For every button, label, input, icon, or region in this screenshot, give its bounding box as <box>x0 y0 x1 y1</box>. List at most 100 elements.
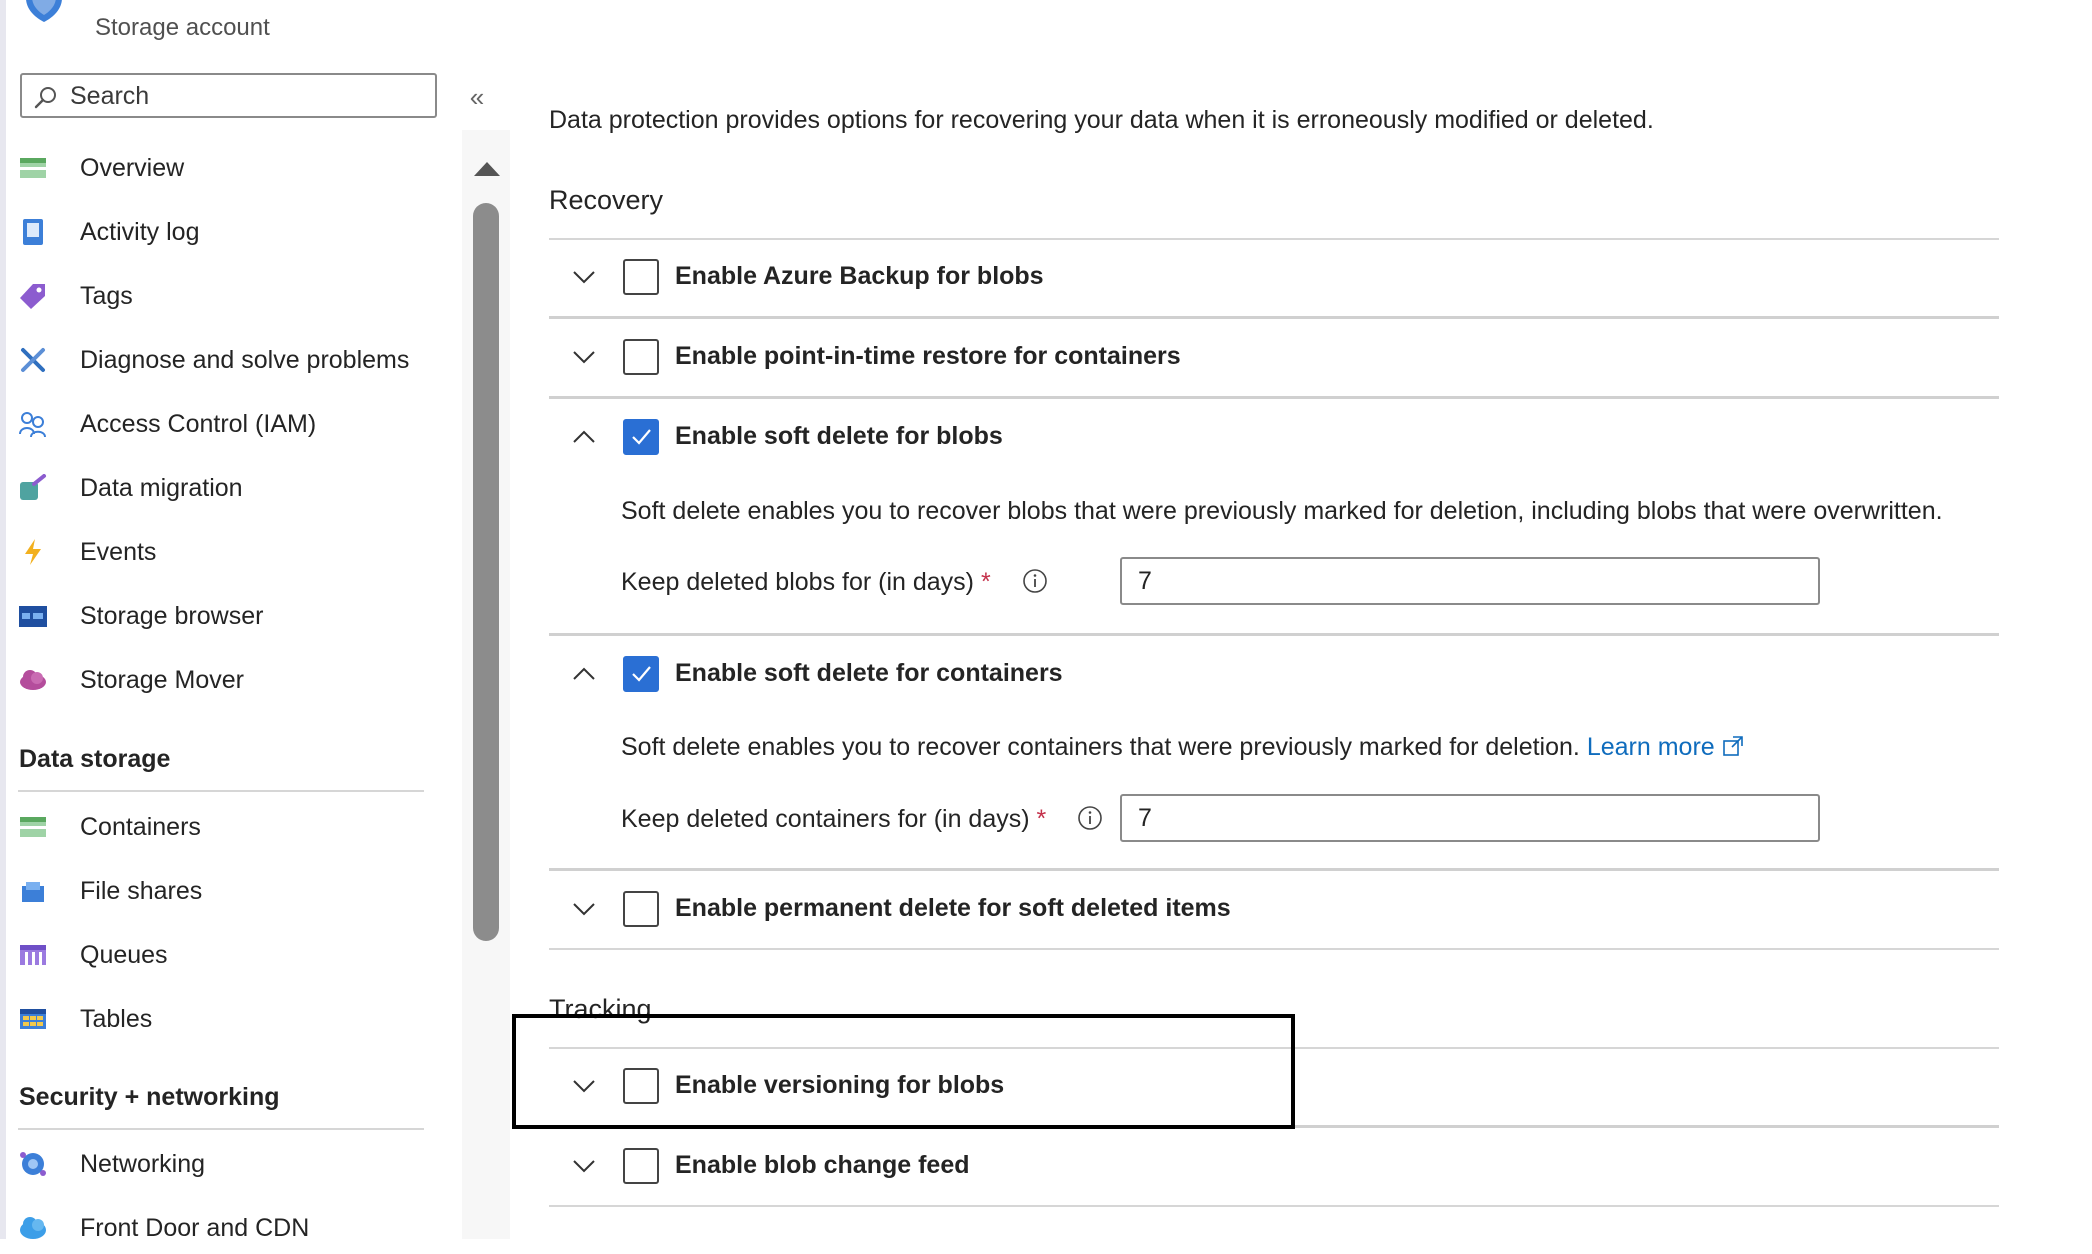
sidebar-item-label: Overview <box>80 153 185 182</box>
soft-delete-blobs-label: Enable soft delete for blobs <box>675 422 1003 450</box>
field-label-text: Keep deleted containers for (in days) <box>621 805 1030 833</box>
sidebar-item-data-migration[interactable]: Data migration <box>18 462 438 514</box>
section-divider <box>18 790 424 792</box>
people-icon <box>18 409 48 439</box>
sidebar-item-label: Front Door and CDN <box>80 1213 310 1242</box>
sidebar-item-tags[interactable]: Tags <box>18 270 438 322</box>
cloud-icon <box>18 665 48 695</box>
info-icon[interactable] <box>1022 568 1048 594</box>
data-migration-icon <box>18 473 48 503</box>
sidebar-item-label: Activity log <box>80 217 200 246</box>
search-input[interactable] <box>70 81 420 111</box>
keep-deleted-blobs-input[interactable] <box>1138 565 1798 597</box>
chevron-down-icon[interactable] <box>570 1152 598 1180</box>
chevron-down-icon[interactable] <box>570 895 598 923</box>
soft-delete-containers-description: Soft delete enables you to recover conta… <box>621 733 1744 762</box>
soft-delete-containers-checkbox[interactable] <box>623 656 659 692</box>
sidebar-item-activity-log[interactable]: Activity log <box>18 206 438 258</box>
sidebar-item-front-door[interactable]: Front Door and CDN <box>18 1202 438 1254</box>
section-title-data-storage: Data storage <box>19 745 171 773</box>
containers-icon <box>18 812 48 842</box>
divider <box>549 948 1999 950</box>
wrench-icon <box>18 345 48 375</box>
search-icon <box>34 87 56 109</box>
chevron-up-icon[interactable] <box>570 660 598 688</box>
permanent-delete-checkbox[interactable] <box>623 891 659 927</box>
shield-icon <box>26 0 62 22</box>
sidebar-item-label: Containers <box>80 812 201 841</box>
keep-deleted-blobs-label: Keep deleted blobs for (in days) * <box>621 568 991 597</box>
required-mark: * <box>1036 805 1047 833</box>
sidebar-item-label: Events <box>80 537 157 566</box>
scroll-up-arrow-icon[interactable] <box>474 162 500 176</box>
sidebar-item-label: Diagnose and solve problems <box>80 345 410 374</box>
queues-icon <box>18 940 48 970</box>
networking-icon <box>18 1149 48 1179</box>
sidebar-item-label: Queues <box>80 940 168 969</box>
collapse-sidebar-button[interactable]: « <box>462 84 492 110</box>
change-feed-label: Enable blob change feed <box>675 1151 970 1179</box>
sidebar-item-overview[interactable]: Overview <box>18 142 438 194</box>
left-edge-strip <box>0 0 6 1239</box>
sidebar-item-events[interactable]: Events <box>18 526 438 578</box>
highlight-box <box>512 1014 1295 1129</box>
external-link-icon[interactable] <box>1722 735 1744 757</box>
permanent-delete-label: Enable permanent delete for soft deleted… <box>675 894 1231 922</box>
divider <box>549 396 1999 399</box>
tag-icon <box>18 281 48 311</box>
search-box[interactable] <box>20 73 437 118</box>
section-title-security-networking: Security + networking <box>19 1083 280 1111</box>
chevron-down-icon[interactable] <box>570 343 598 371</box>
chevron-up-icon[interactable] <box>570 423 598 451</box>
storage-browser-icon <box>18 601 48 631</box>
sidebar-item-label: Tables <box>80 1004 153 1033</box>
keep-deleted-containers-input-box[interactable] <box>1120 794 1820 842</box>
soft-delete-containers-label: Enable soft delete for containers <box>675 659 1063 687</box>
section-divider <box>18 1128 424 1130</box>
description-text: Soft delete enables you to recover conta… <box>621 733 1580 761</box>
field-label-text: Keep deleted blobs for (in days) <box>621 568 974 596</box>
sidebar-item-label: Data migration <box>80 473 243 502</box>
sidebar-item-label: Storage browser <box>80 601 264 630</box>
sidebar-scrollbar-thumb[interactable] <box>473 203 499 941</box>
point-in-time-restore-checkbox[interactable] <box>623 339 659 375</box>
sidebar-item-containers[interactable]: Containers <box>18 801 438 853</box>
keep-deleted-containers-label: Keep deleted containers for (in days) * <box>621 805 1046 834</box>
sidebar-item-storage-mover[interactable]: Storage Mover <box>18 654 438 706</box>
azure-backup-label: Enable Azure Backup for blobs <box>675 262 1044 290</box>
divider <box>549 316 1999 319</box>
sidebar-item-queues[interactable]: Queues <box>18 929 438 981</box>
azure-backup-checkbox[interactable] <box>623 259 659 295</box>
checkmark-icon <box>632 666 651 682</box>
section-title-recovery: Recovery <box>549 185 664 215</box>
sidebar-item-diagnose[interactable]: Diagnose and solve problems <box>18 334 438 386</box>
keep-deleted-containers-input[interactable] <box>1138 802 1798 834</box>
divider <box>549 1205 1999 1207</box>
sidebar-item-label: Access Control (IAM) <box>80 409 317 438</box>
chevron-down-icon[interactable] <box>570 263 598 291</box>
change-feed-checkbox[interactable] <box>623 1148 659 1184</box>
sidebar-item-label: Tags <box>80 281 133 310</box>
soft-delete-blobs-checkbox[interactable] <box>623 419 659 455</box>
divider <box>549 633 1999 636</box>
sidebar-item-file-shares[interactable]: File shares <box>18 865 438 917</box>
sidebar-item-tables[interactable]: Tables <box>18 993 438 1045</box>
sidebar-item-access-control[interactable]: Access Control (IAM) <box>18 398 438 450</box>
intro-text: Data protection provides options for rec… <box>549 106 1654 134</box>
info-icon[interactable] <box>1077 805 1103 831</box>
divider <box>549 238 1999 240</box>
learn-more-link[interactable]: Learn more <box>1587 733 1715 761</box>
sidebar-item-label: Storage Mover <box>80 665 244 694</box>
sidebar-item-networking[interactable]: Networking <box>18 1138 438 1190</box>
sidebar-item-label: Networking <box>80 1149 206 1178</box>
resource-type-label: Storage account <box>95 14 270 41</box>
keep-deleted-blobs-input-box[interactable] <box>1120 557 1820 605</box>
lightning-icon <box>18 537 48 567</box>
sidebar-item-storage-browser[interactable]: Storage browser <box>18 590 438 642</box>
tables-icon <box>18 1004 48 1034</box>
required-mark: * <box>980 568 991 596</box>
overview-icon <box>18 153 48 183</box>
soft-delete-blobs-description: Soft delete enables you to recover blobs… <box>621 497 1943 525</box>
activity-log-icon <box>18 217 48 247</box>
point-in-time-restore-label: Enable point-in-time restore for contain… <box>675 342 1181 370</box>
